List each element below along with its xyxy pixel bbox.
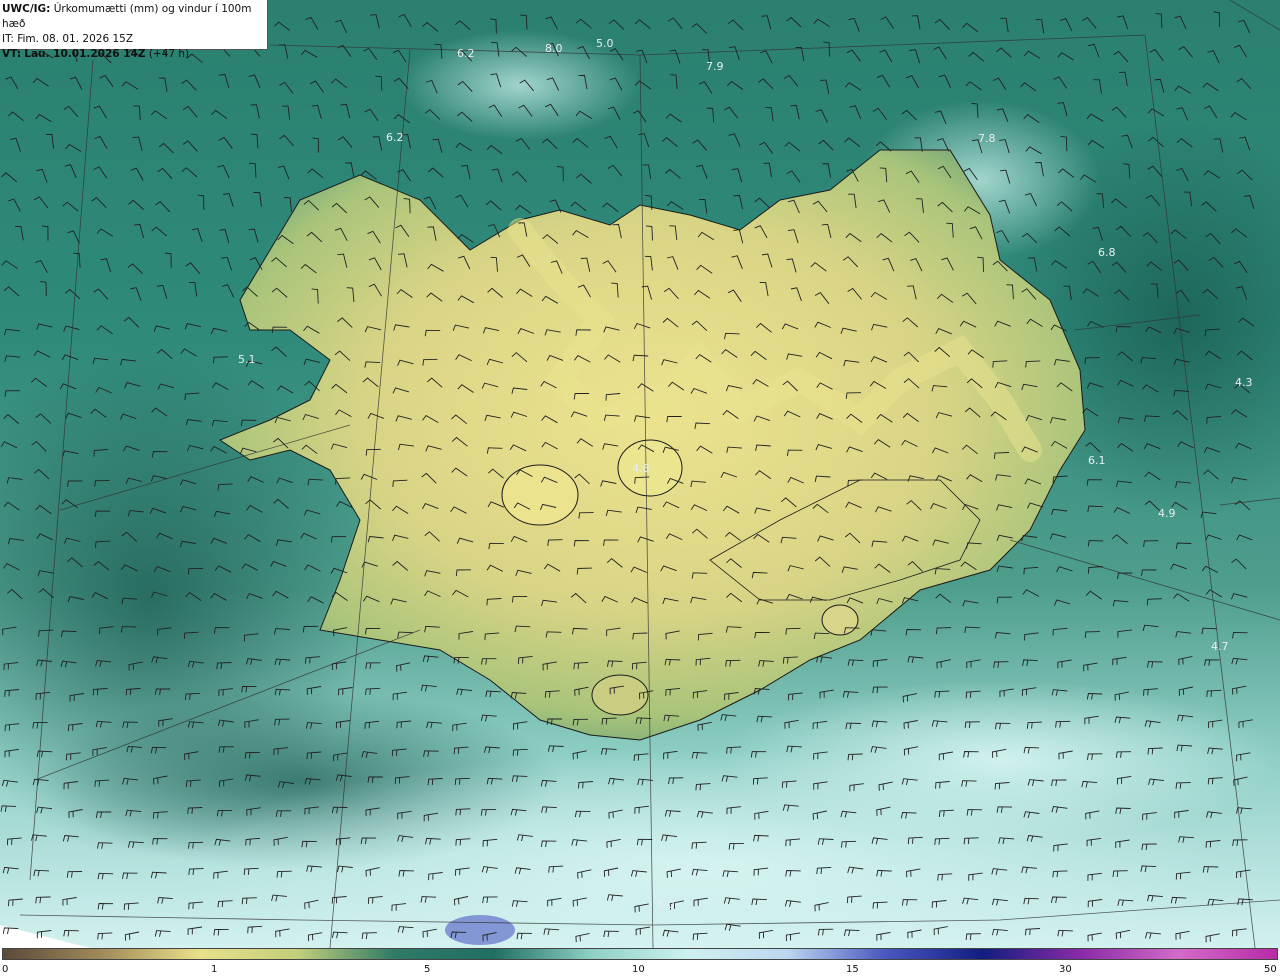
colorbar: [2, 948, 1278, 960]
map-value-label: 6.2: [386, 131, 404, 144]
precipitation-map[interactable]: 5.0 8.0 6.2 7.9 7.8 6.8 5.1 4.3 6.1 4.9 …: [0, 0, 1280, 948]
colorbar-tick: 0: [2, 964, 9, 975]
map-value-label: 6.2: [457, 47, 475, 60]
map-value-label: 4.9: [1158, 507, 1176, 520]
colorbar-tick: 30: [1059, 964, 1072, 975]
colorbar-tick: 15: [846, 964, 859, 975]
valid-time: Lau. 10.01.2026 14Z: [24, 48, 146, 60]
info-title-line: UWC/IG: Úrkomumætti (mm) og vindur í 100…: [2, 2, 267, 32]
map-value-label: 4.3: [1235, 376, 1253, 389]
map-value-label: 5.0: [657, 898, 675, 911]
map-value-label: 8.0: [545, 42, 563, 55]
colorbar-tick: 5: [424, 964, 431, 975]
valid-time-prefix: VT:: [2, 48, 21, 60]
map-value-label: 5.1: [238, 353, 256, 366]
lead-time: (+47 h): [148, 48, 190, 60]
colorbar-tick: 10: [632, 964, 645, 975]
model-name: UWC/IG:: [2, 3, 51, 15]
map-value-label: 6.8: [1098, 246, 1116, 259]
initial-time: IT: Fim. 08. 01. 2026 15Z: [2, 33, 134, 45]
map-value-label: 4.7: [1211, 640, 1229, 653]
colorbar-tick: 1: [211, 964, 218, 975]
colorbar-legend: 0 1 5 10 15 30 50: [0, 948, 1280, 978]
valid-time-line: VT: Lau. 10.01.2026 14Z (+47 h): [2, 47, 267, 62]
map-value-label: 5.0: [596, 37, 614, 50]
wind-barb: [2, 927, 19, 935]
forecast-info-box: UWC/IG: Úrkomumætti (mm) og vindur í 100…: [0, 0, 268, 60]
map-value-label: 4.6: [632, 462, 650, 475]
map-value-label: 7.9: [706, 60, 724, 73]
colorbar-tick: 50: [1264, 964, 1277, 975]
map-value-label: 6.1: [1088, 454, 1106, 467]
map-value-label: 7.8: [978, 132, 996, 145]
